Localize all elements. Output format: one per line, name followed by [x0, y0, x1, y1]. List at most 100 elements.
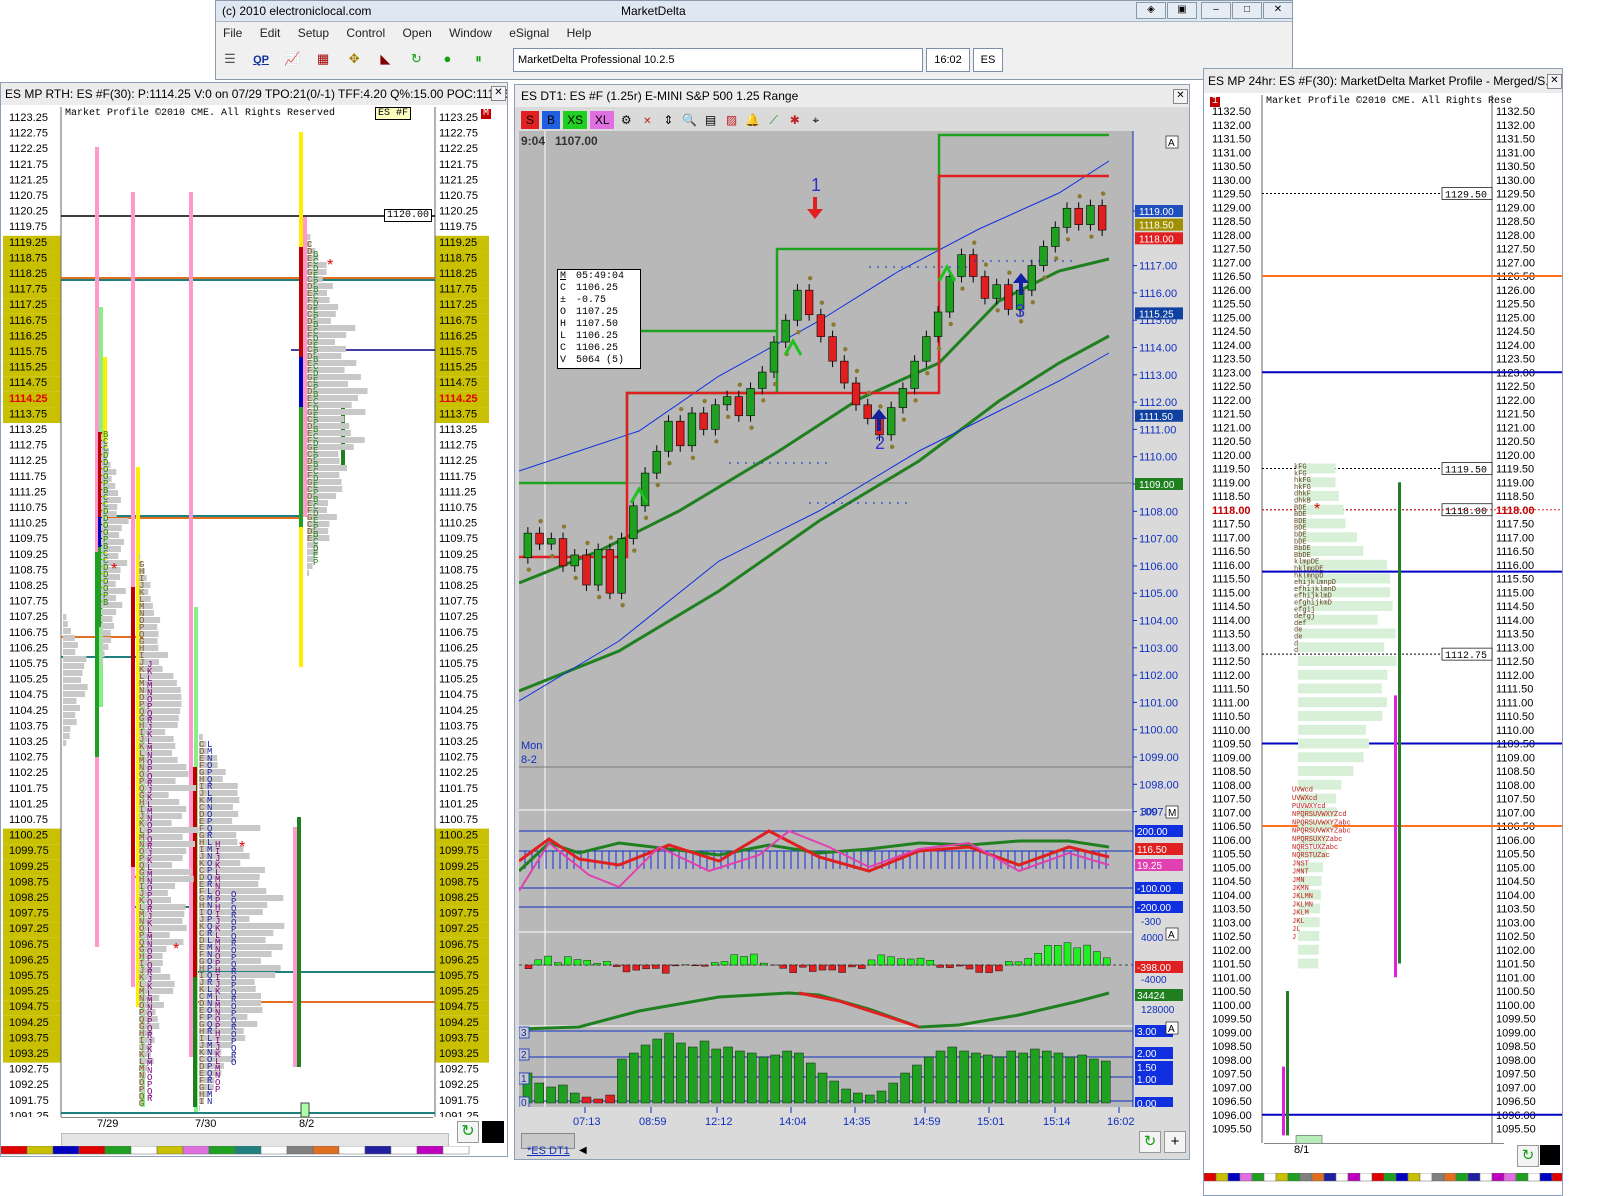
left-close-icon[interactable]: ✕	[491, 86, 506, 101]
trail-dot	[526, 567, 532, 572]
candle	[734, 396, 743, 417]
settings-icon[interactable]: ⚙	[617, 113, 635, 131]
right-close-icon[interactable]: ✕	[1547, 74, 1562, 89]
trend-icon[interactable]: ⟋	[765, 113, 783, 131]
right-price-label: 1124.50	[1212, 326, 1251, 338]
volume-bar	[983, 1054, 993, 1104]
right-corner-label: 1	[1210, 96, 1221, 107]
menu-help[interactable]: Help	[560, 23, 599, 43]
restore-aux-button[interactable]: ▣	[1167, 2, 1197, 19]
volume-bar	[758, 1056, 769, 1104]
right-price-label-2: 1103.00	[1496, 917, 1535, 929]
right-price-label-2: 1112.50	[1496, 656, 1534, 668]
menu-control[interactable]: Control	[339, 23, 392, 43]
close-button[interactable]: ✕	[1263, 2, 1292, 19]
right-price-label-2: 1097.00	[1496, 1082, 1536, 1094]
right-price-label: 1100.75	[439, 814, 478, 826]
center-close-icon[interactable]: ✕	[1173, 89, 1188, 104]
indicator-icon[interactable]: ▨	[723, 113, 741, 131]
volume-bar	[307, 563, 313, 569]
xs-button[interactable]: XS	[563, 111, 588, 129]
play-icon[interactable]: ●	[436, 48, 458, 70]
left-price-label: 1122.75	[9, 128, 48, 140]
help-button[interactable]: ◈	[1136, 2, 1166, 19]
chart-icon[interactable]: 📈	[281, 48, 303, 70]
grid-icon[interactable]: ▤	[702, 113, 720, 131]
right-price-label: 1116.00	[1212, 560, 1250, 572]
bars-icon[interactable]: ▦	[312, 48, 334, 70]
refresh-icon[interactable]: ↻	[405, 48, 427, 70]
list-icon[interactable]: ☰	[219, 48, 241, 70]
tpo-column	[189, 192, 193, 1057]
chart-refresh-icon[interactable]: ↻	[1139, 1131, 1161, 1153]
menu-edit[interactable]: Edit	[253, 23, 288, 43]
right-price-label: 1098.50	[1212, 1041, 1252, 1053]
menu-esignal[interactable]: eSignal	[502, 23, 556, 43]
pin-icon[interactable]: ✱	[786, 113, 804, 131]
left-horizontal-scrollbar[interactable]	[61, 1133, 449, 1147]
minimize-button[interactable]: –	[1201, 2, 1231, 19]
left-price-label: 1113.25	[9, 424, 47, 436]
maximize-button[interactable]: □	[1232, 2, 1262, 19]
pause-icon[interactable]: ⏸	[468, 48, 490, 70]
level-tag: 1118.00	[1445, 507, 1487, 518]
delta-bar	[848, 964, 856, 968]
right-black-box[interactable]	[1540, 1145, 1560, 1165]
tpo-lower: JKMN	[1292, 885, 1309, 893]
zoom-icon[interactable]: 🔍	[680, 113, 698, 131]
candle	[980, 276, 990, 299]
chart-scroll-left-icon[interactable]: ◀	[579, 1145, 587, 1156]
delta-icon[interactable]: ◣	[374, 48, 396, 70]
candle	[769, 341, 779, 373]
menu-open[interactable]: Open	[395, 23, 438, 43]
alert-icon[interactable]: 🔔	[744, 113, 762, 131]
left-price-label: 1112.75	[9, 440, 47, 452]
trail-dot	[1007, 270, 1012, 275]
sell-button[interactable]: S	[521, 111, 539, 129]
trail-dot	[667, 461, 672, 466]
delta-bar	[759, 962, 768, 966]
volume-bar	[199, 1035, 246, 1041]
menu-setup[interactable]: Setup	[291, 23, 336, 43]
color-swatch	[312, 1146, 340, 1155]
buy-button[interactable]: B	[542, 111, 561, 129]
date-label-730: 7/30	[195, 1118, 217, 1130]
left-price-label: 1095.25	[9, 986, 49, 998]
right-refresh-icon[interactable]: ↻	[1517, 1145, 1539, 1167]
right-price-label-2: 1102.50	[1496, 931, 1535, 943]
right-price-label-2: 1123.50	[1496, 354, 1535, 366]
ohlc-value: -0.75	[576, 295, 607, 306]
xl-button[interactable]: XL	[590, 111, 615, 129]
trail-dot	[561, 524, 567, 529]
profile-icon[interactable]: ✥	[343, 48, 365, 70]
scale-icon[interactable]: ⇕	[659, 113, 677, 131]
price-tick-label: 1111.00	[1139, 424, 1176, 436]
left-refresh-icon[interactable]: ↻	[457, 1121, 479, 1143]
ohlc-row: L 1106.25	[560, 331, 638, 343]
candle	[1062, 207, 1072, 228]
volume-bar	[581, 1096, 592, 1104]
price-tick-label: 1099.00	[1139, 752, 1179, 764]
time-label: 14:35	[843, 1116, 871, 1128]
color-swatch	[1287, 1173, 1301, 1182]
right-price-label: 1096.50	[1212, 1096, 1252, 1108]
value-bar-green-2	[1286, 991, 1289, 1136]
center-chart-plot[interactable]: 1119.001117.001116.001115.001114.001113.…	[519, 131, 1187, 1131]
left-black-box[interactable]	[482, 1121, 504, 1143]
trail-dot	[643, 515, 649, 521]
tools-icon[interactable]: ⌖	[807, 113, 825, 131]
chart-add-icon[interactable]: +	[1164, 1131, 1186, 1153]
symbol-field[interactable]: ES	[973, 48, 1003, 72]
menu-file[interactable]: File	[216, 23, 249, 43]
price-tick-label: 1108.00	[1139, 506, 1178, 518]
right-price-label: 1117.00	[1212, 532, 1250, 544]
left-price-label: 1115.75	[9, 346, 47, 358]
trail-dot	[749, 425, 754, 430]
menu-window[interactable]: Window	[442, 23, 499, 43]
level-tag: 1112.75	[1445, 651, 1487, 662]
trail-dot	[702, 398, 707, 404]
qp-icon[interactable]: QP	[250, 49, 272, 71]
chart-tab[interactable]: *ES DT1	[527, 1145, 570, 1157]
ohlc-key: C	[560, 343, 567, 354]
right-price-label: 1095.75	[439, 970, 479, 982]
